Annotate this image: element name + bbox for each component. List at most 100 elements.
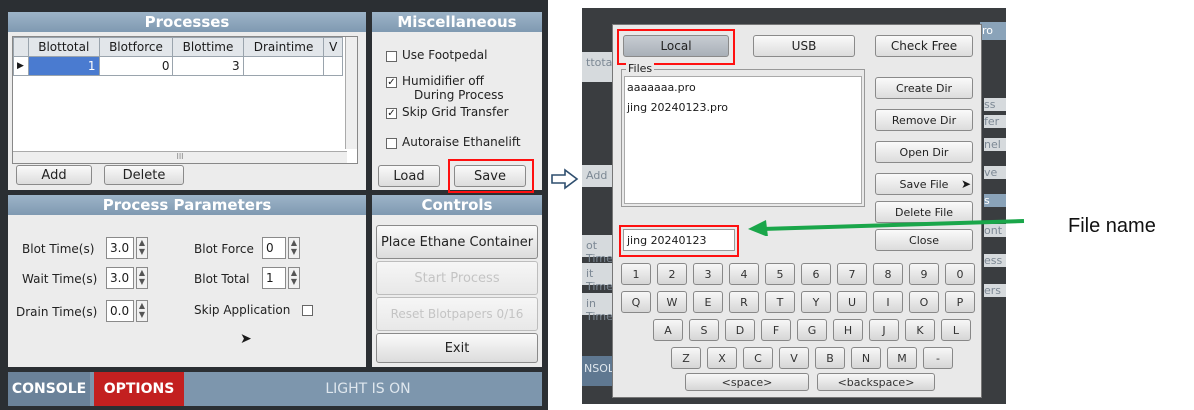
col-blottime[interactable]: Blottime bbox=[172, 37, 244, 57]
key[interactable]: V bbox=[779, 347, 809, 369]
humidifier-checkbox[interactable]: ✓ bbox=[386, 77, 397, 88]
key[interactable]: 9 bbox=[909, 263, 939, 285]
misc-header: Miscellaneous bbox=[372, 12, 542, 32]
key[interactable]: M bbox=[887, 347, 917, 369]
row-indicator-icon: ▶ bbox=[13, 56, 29, 76]
processes-table[interactable]: Blottotal Blotforce Blottime Draintime V… bbox=[12, 36, 358, 164]
blot-total-input[interactable]: 1 bbox=[262, 267, 286, 289]
key[interactable]: N bbox=[851, 347, 881, 369]
key[interactable]: U bbox=[837, 291, 867, 313]
key[interactable]: E bbox=[693, 291, 723, 313]
options-tab[interactable]: OPTIONS bbox=[94, 372, 184, 406]
add-button[interactable]: Add bbox=[16, 165, 92, 185]
key[interactable]: - bbox=[923, 347, 953, 369]
key[interactable]: 5 bbox=[765, 263, 795, 285]
key[interactable]: 0 bbox=[945, 263, 975, 285]
key[interactable]: 4 bbox=[729, 263, 759, 285]
key[interactable]: K bbox=[905, 319, 935, 341]
blot-time-stepper[interactable]: ▲ ▼ bbox=[136, 237, 148, 259]
key[interactable]: T bbox=[765, 291, 795, 313]
place-ethane-container-button[interactable]: Place Ethane Container bbox=[376, 225, 538, 259]
cell-blotforce[interactable]: 0 bbox=[98, 56, 174, 76]
key[interactable]: Y bbox=[801, 291, 831, 313]
key[interactable]: 6 bbox=[801, 263, 831, 285]
save-file-button[interactable]: Save File bbox=[875, 173, 973, 195]
key-row-qwerty: Q W E R T Y U I O P bbox=[621, 291, 975, 313]
blot-total-stepper[interactable]: ▲ ▼ bbox=[288, 267, 300, 289]
load-button[interactable]: Load bbox=[378, 165, 440, 187]
key[interactable]: H bbox=[833, 319, 863, 341]
key[interactable]: A bbox=[653, 319, 683, 341]
skip-grid-transfer-checkbox[interactable]: ✓ bbox=[386, 108, 397, 119]
key[interactable]: D bbox=[725, 319, 755, 341]
use-footpedal-checkbox[interactable] bbox=[386, 51, 397, 62]
key[interactable]: F bbox=[761, 319, 791, 341]
local-button[interactable]: Local bbox=[623, 35, 729, 57]
cell-blottime[interactable]: 3 bbox=[172, 56, 244, 76]
controls-header: Controls bbox=[372, 195, 542, 215]
filename-input[interactable]: jing 20240123 bbox=[623, 229, 735, 251]
key[interactable]: C bbox=[743, 347, 773, 369]
files-group: Files aaaaaaa.pro jing 20240123.pro bbox=[621, 62, 865, 207]
key[interactable]: Q bbox=[621, 291, 651, 313]
key[interactable]: P bbox=[945, 291, 975, 313]
exit-button[interactable]: Exit bbox=[376, 333, 538, 363]
autoraise-label: Autoraise Ethanelift bbox=[402, 135, 521, 149]
blot-time-input[interactable]: 3.0 bbox=[106, 237, 134, 259]
list-item[interactable]: aaaaaaa.pro bbox=[627, 81, 696, 94]
reset-blotpapers-button[interactable]: Reset Blotpapers 0/16 bbox=[376, 297, 538, 331]
drain-time-input[interactable]: 0.0 bbox=[106, 300, 134, 322]
skip-application-checkbox[interactable] bbox=[302, 305, 313, 316]
key[interactable]: 1 bbox=[621, 263, 651, 285]
check-free-button[interactable]: Check Free bbox=[875, 35, 973, 57]
col-blotforce[interactable]: Blotforce bbox=[98, 37, 174, 57]
right-screenshot: ttotal Add ot Time it Time( in Time NSOL… bbox=[582, 8, 1006, 404]
key[interactable]: O bbox=[909, 291, 939, 313]
key[interactable]: R bbox=[729, 291, 759, 313]
wait-time-stepper[interactable]: ▲ ▼ bbox=[136, 267, 148, 289]
horizontal-scrollbar[interactable]: III bbox=[13, 151, 347, 163]
key[interactable]: S bbox=[689, 319, 719, 341]
file-dialog: Local USB Check Free Files aaaaaaa.pro j… bbox=[612, 24, 982, 398]
key[interactable]: X bbox=[707, 347, 737, 369]
wait-time-input[interactable]: 3.0 bbox=[106, 267, 134, 289]
open-dir-button[interactable]: Open Dir bbox=[875, 141, 973, 163]
blot-force-input[interactable]: 0 bbox=[262, 237, 286, 259]
key[interactable]: B bbox=[815, 347, 845, 369]
console-tab[interactable]: CONSOLE bbox=[8, 372, 90, 406]
file-name-annotation: File name bbox=[1068, 215, 1156, 237]
autoraise-checkbox[interactable] bbox=[386, 138, 397, 149]
key[interactable]: 7 bbox=[837, 263, 867, 285]
remove-dir-button[interactable]: Remove Dir bbox=[875, 109, 973, 131]
key[interactable]: 3 bbox=[693, 263, 723, 285]
usb-button[interactable]: USB bbox=[753, 35, 855, 57]
col-v[interactable]: V bbox=[323, 37, 343, 57]
key[interactable]: W bbox=[657, 291, 687, 313]
key[interactable]: 2 bbox=[657, 263, 687, 285]
space-key[interactable]: <space> bbox=[685, 373, 809, 391]
blot-force-stepper[interactable]: ▲ ▼ bbox=[288, 237, 300, 259]
files-list[interactable]: aaaaaaa.pro jing 20240123.pro bbox=[624, 76, 862, 204]
bg-fragment: ve bbox=[984, 166, 1006, 179]
delete-button[interactable]: Delete bbox=[104, 165, 184, 185]
backspace-key[interactable]: <backspace> bbox=[817, 373, 935, 391]
drain-time-stepper[interactable]: ▲ ▼ bbox=[136, 300, 148, 322]
col-draintime[interactable]: Draintime bbox=[242, 37, 325, 57]
vertical-scrollbar[interactable] bbox=[345, 37, 357, 149]
col-blottotal[interactable]: Blottotal bbox=[28, 37, 100, 57]
list-item[interactable]: jing 20240123.pro bbox=[627, 101, 728, 114]
key[interactable]: Z bbox=[671, 347, 701, 369]
misc-panel: Miscellaneous Use Footpedal ✓ Humidifier… bbox=[372, 12, 542, 193]
key[interactable]: I bbox=[873, 291, 903, 313]
create-dir-button[interactable]: Create Dir bbox=[875, 77, 973, 99]
save-button[interactable]: Save bbox=[454, 165, 526, 187]
cell-draintime[interactable] bbox=[242, 56, 325, 76]
cell-blottotal[interactable]: 1 bbox=[28, 56, 100, 76]
key[interactable]: J bbox=[869, 319, 899, 341]
key[interactable]: 8 bbox=[873, 263, 903, 285]
right-arrow-icon bbox=[551, 168, 579, 190]
start-process-button[interactable]: Start Process bbox=[376, 261, 538, 295]
key[interactable]: G bbox=[797, 319, 827, 341]
key[interactable]: L bbox=[941, 319, 971, 341]
table-row[interactable]: ▶ 1 0 3 bbox=[13, 56, 343, 76]
